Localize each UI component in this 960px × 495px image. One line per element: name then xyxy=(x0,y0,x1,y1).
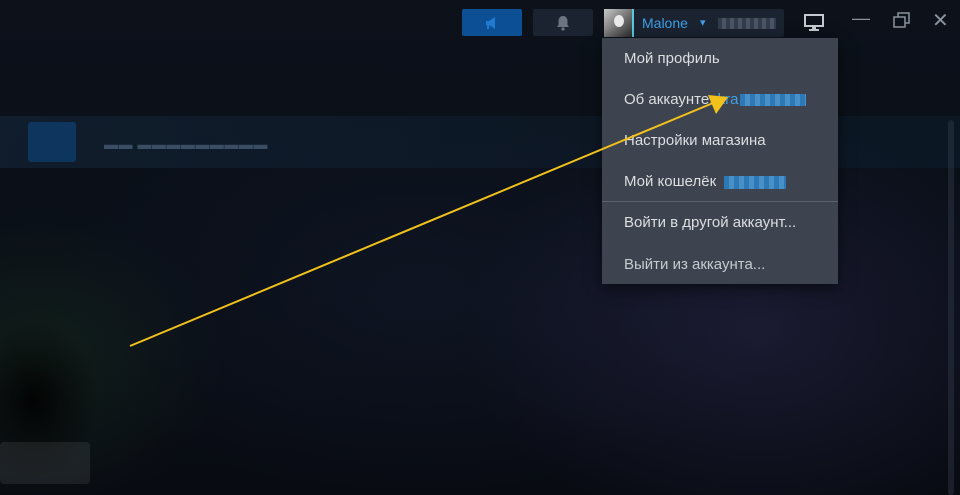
megaphone-icon xyxy=(486,16,495,29)
account-login-blurred xyxy=(740,94,807,107)
bell-icon xyxy=(557,15,569,31)
account-login-link[interactable]: kra xyxy=(718,91,739,108)
menu-item-label: Настройки магазина xyxy=(624,132,766,149)
minimize-button[interactable]: — xyxy=(852,8,872,32)
account-name: Malone xyxy=(642,15,688,31)
subnav-logo xyxy=(28,122,76,162)
menu-item-label: Мой кошелёк xyxy=(624,173,717,190)
menu-item-store-preferences[interactable]: Настройки магазина xyxy=(624,132,766,149)
avatar xyxy=(604,9,634,37)
wallet-balance-blurred xyxy=(718,18,776,29)
menu-item-label: Об аккаунте: xyxy=(624,91,714,108)
menu-item-wallet[interactable]: Мой кошелёк xyxy=(624,173,787,190)
monitor-icon[interactable] xyxy=(804,14,824,32)
close-button[interactable]: ✕ xyxy=(932,8,952,32)
menu-divider xyxy=(602,201,838,202)
scrollbar[interactable] xyxy=(948,120,954,495)
menu-item-change-account[interactable]: Войти в другой аккаунт... xyxy=(624,214,796,231)
maximize-button[interactable] xyxy=(892,8,912,32)
menu-item-sign-out[interactable]: Выйти из аккаунта... xyxy=(624,256,765,273)
menu-item-label: Выйти из аккаунта... xyxy=(624,256,766,273)
menu-item-profile[interactable]: Мой профиль xyxy=(624,50,720,67)
chevron-down-icon: ▾ xyxy=(700,17,706,29)
account-dropdown-menu: Мой профиль Об аккаунте: kra Настройки м… xyxy=(602,38,838,284)
account-menu-button[interactable]: Malone ▾ xyxy=(604,9,784,37)
notifications-button[interactable] xyxy=(533,9,593,36)
announcements-button[interactable] xyxy=(462,9,522,36)
menu-item-label: Мой профиль xyxy=(624,50,720,67)
menu-item-account-details[interactable]: Об аккаунте: kra xyxy=(624,91,807,108)
wallet-balance-blurred xyxy=(724,175,787,189)
menu-item-label: Войти в другой аккаунт... xyxy=(624,214,797,231)
subnav-blurred-text: ▬▬ ▬▬▬▬▬▬▬▬▬ xyxy=(104,136,268,152)
blurred-badge xyxy=(0,442,90,484)
